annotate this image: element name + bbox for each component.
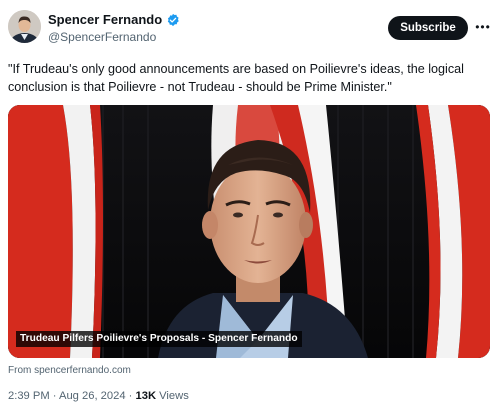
author-name-row[interactable]: Spencer Fernando xyxy=(48,12,180,27)
meta-separator: · xyxy=(49,390,59,402)
tweet-card: Spencer Fernando @SpencerFernando Subscr… xyxy=(0,0,500,412)
tweet-time[interactable]: 2:39 PM xyxy=(8,390,50,402)
video-thumbnail xyxy=(8,105,490,358)
views-label: Views xyxy=(156,390,189,402)
author-handle[interactable]: @SpencerFernando xyxy=(48,30,156,44)
more-options-icon[interactable]: ••• xyxy=(474,20,492,34)
tweet-meta: 2:39 PM · Aug 26, 2024 · 13K Views xyxy=(8,390,189,402)
media-card[interactable]: Trudeau Pilfers Poilievre's Proposals - … xyxy=(8,105,490,358)
subscribe-button[interactable]: Subscribe xyxy=(388,16,468,40)
tweet-date[interactable]: Aug 26, 2024 xyxy=(59,390,126,402)
author-display-name[interactable]: Spencer Fernando xyxy=(48,12,162,27)
media-caption: Trudeau Pilfers Poilievre's Proposals - … xyxy=(16,331,302,347)
verified-badge-icon xyxy=(166,13,180,27)
tweet-text: "If Trudeau's only good announcements ar… xyxy=(8,62,464,94)
avatar[interactable] xyxy=(8,10,41,43)
views-count[interactable]: 13K xyxy=(136,390,157,402)
meta-separator: · xyxy=(125,390,136,402)
link-source[interactable]: From spencerfernando.com xyxy=(8,365,131,376)
